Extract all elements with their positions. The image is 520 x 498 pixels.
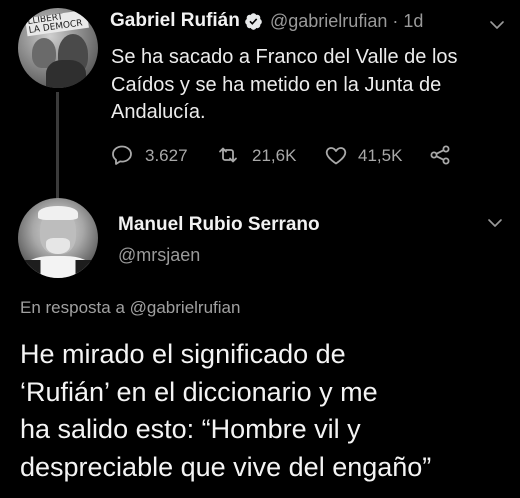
- replying-to: En resposta a @gabrielrufian: [20, 298, 240, 318]
- avatar-manuel-rubio-serrano[interactable]: [18, 198, 98, 278]
- avatar-gabriel-rufian[interactable]: LLIBERT LA DEMOCR: [18, 8, 98, 88]
- reply-author-name[interactable]: Manuel Rubio Serrano: [118, 214, 320, 236]
- avatar-beard: [46, 238, 70, 254]
- verified-badge-icon: [245, 13, 262, 30]
- avatar-jacket: [18, 260, 98, 278]
- tweet-text: Se ha sacado a Franco del Valle de los C…: [111, 44, 501, 127]
- reply-count: 3.627: [145, 146, 188, 165]
- retweet-count: 21,6K: [252, 146, 297, 165]
- reply-text-line: He mirado el significado de: [20, 339, 346, 369]
- tweet-text-line: Andalucía.: [111, 101, 206, 123]
- like-count: 41,5K: [358, 146, 403, 165]
- reply-text: He mirado el significado de ‘Rufián’ en …: [20, 336, 516, 486]
- timestamp: 1d: [403, 11, 424, 31]
- avatar-figure: [46, 60, 86, 88]
- avatar-banner: LLIBERT LA DEMOCR: [25, 9, 89, 37]
- reply-text-line: despreciable que vive del engaño”: [20, 451, 432, 482]
- share-icon[interactable]: [428, 143, 452, 167]
- replying-to-label: En resposta a: [20, 298, 125, 317]
- heart-icon[interactable]: [324, 143, 348, 167]
- retweet-icon[interactable]: [216, 143, 240, 167]
- tweet-text-line: Se ha sacado a Franco del Valle de los: [111, 46, 458, 68]
- avatar-hair: [38, 206, 78, 220]
- avatar-banner-text: LLIBERT LA DEMOCR: [26, 12, 84, 36]
- tweet-text-line: Caídos y se ha metido en la Junta de: [111, 73, 442, 96]
- author-handle: @gabrielrufian: [270, 11, 388, 31]
- reply-author-handle[interactable]: @mrsjaen: [118, 245, 200, 266]
- reply-text-line: ha salido esto: “Hombre vil y: [20, 414, 361, 444]
- reply-text-line: ‘Rufián’ en el diccionario y me: [20, 376, 378, 407]
- author-handle-and-time[interactable]: @gabrielrufian · 1d: [270, 11, 423, 32]
- reply-icon[interactable]: [110, 143, 134, 167]
- chevron-down-icon[interactable]: [488, 16, 506, 34]
- thread-connector-line: [56, 92, 59, 204]
- chevron-down-icon[interactable]: [486, 214, 504, 232]
- replying-to-handle[interactable]: @gabrielrufian: [130, 298, 241, 317]
- time-separator: ·: [392, 11, 399, 31]
- author-name[interactable]: Gabriel Rufián: [110, 10, 240, 32]
